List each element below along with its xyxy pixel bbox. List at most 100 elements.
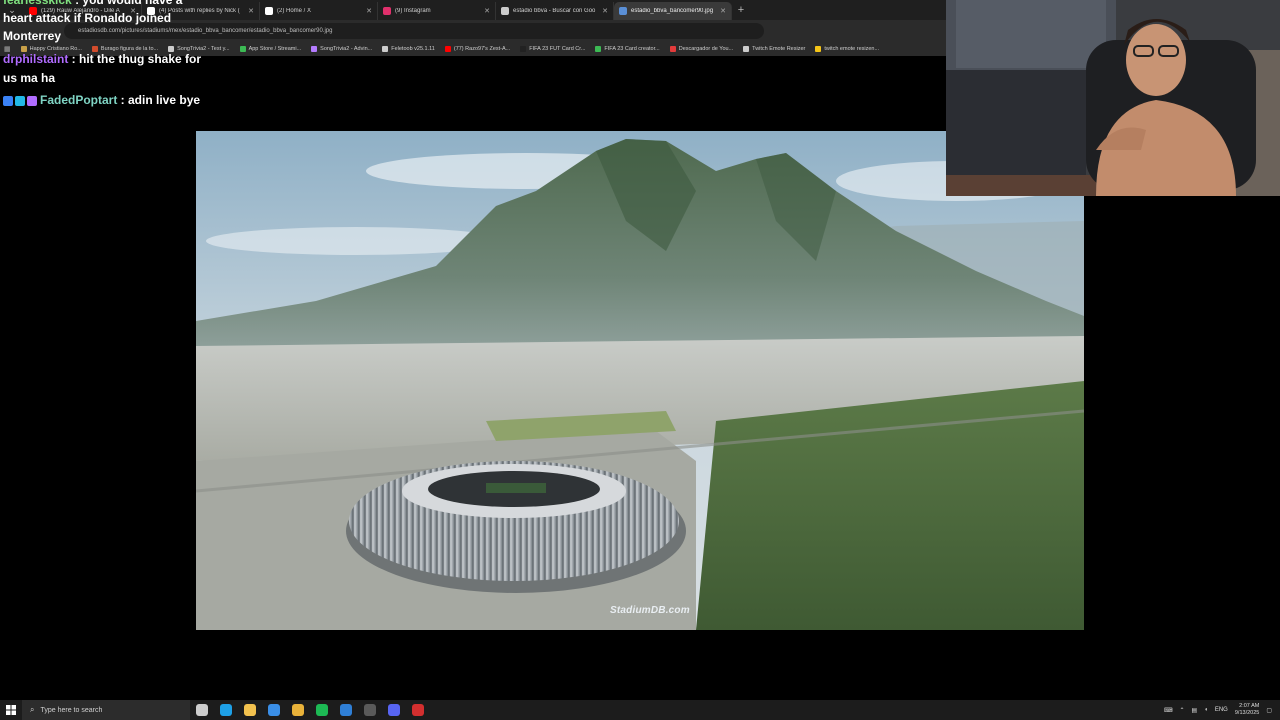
chat-message: heart attack if Ronaldo joined [3, 12, 171, 25]
bookmark-item[interactable]: twitch emote resizen... [815, 46, 879, 52]
obs-icon [364, 704, 376, 716]
taskbar-app-discord-like[interactable] [382, 700, 406, 720]
discord-like-icon [388, 704, 400, 716]
taskbar-app-spotify[interactable] [310, 700, 334, 720]
chat-message: fearlesskick : you would have a [3, 0, 182, 7]
url-input[interactable]: estadiosdb.com/pictures/stadiums/mex/est… [64, 23, 764, 39]
bookmark-item[interactable]: (77) Razo97's Zest-A... [444, 46, 510, 52]
tab-close-icon[interactable]: ✕ [720, 7, 726, 15]
stadium-photo-illustration [196, 131, 1084, 630]
bookmark-item[interactable]: App Store / Streami... [239, 46, 302, 52]
bookmark-label: twitch emote resizen... [824, 46, 880, 52]
chrome-icon [292, 704, 304, 716]
bookmark-item[interactable]: FIFA 23 Card creator... [595, 46, 660, 52]
bookmark-favicon-icon [595, 46, 602, 52]
badge-icon [3, 95, 13, 106]
chat-message: drphilstaint : hit the thug shake for [3, 53, 201, 66]
browser-tab[interactable]: (2) Home / X ✕ [260, 2, 378, 20]
windows-icon [6, 705, 16, 715]
stadium-photo [196, 131, 1084, 630]
bookmark-label: App Store / Streami... [248, 46, 302, 52]
taskbar-app-task-view[interactable] [190, 700, 214, 720]
spotify-icon [316, 704, 328, 716]
search-icon: ⌕ [30, 705, 35, 714]
chat-message: us ma ha [3, 72, 55, 85]
keyboard-icon[interactable]: ⌨ [1164, 707, 1173, 714]
browser-tab[interactable]: (9) Instagram ✕ [378, 2, 496, 20]
tab-title: estadio bbva - Buscar con Goo [513, 8, 596, 14]
network-icon[interactable]: ▤ [1192, 707, 1198, 714]
chat-text: : hit the thug shake for [68, 52, 202, 66]
search-placeholder: Type here to search [40, 706, 103, 714]
windows-taskbar: ⌕ Type here to search ⌨ ⌃ ▤ ◖ ENG 2:07 A… [0, 700, 1280, 720]
bookmark-favicon-icon [444, 46, 451, 52]
bookmark-item[interactable]: Descargador de You... [669, 46, 734, 52]
taskbar-app-obs[interactable] [358, 700, 382, 720]
edge-icon [220, 704, 232, 716]
taskbar-app-store[interactable] [262, 700, 286, 720]
tab-favicon-icon [383, 7, 391, 15]
bookmark-label: Descargador de You... [678, 46, 734, 52]
bookmark-label: SongTrivia2 - Advin... [320, 46, 373, 52]
browser-tab[interactable]: estadio bbva - Buscar con Goo ✕ [496, 2, 614, 20]
bookmark-label: Twitch Emote Resizer [752, 46, 806, 52]
system-tray: ⌨ ⌃ ▤ ◖ ENG 2:07 AM 9/13/2025 ▢ [1164, 700, 1272, 720]
chat-username[interactable]: drphilstaint [3, 52, 68, 66]
mail-icon [340, 704, 352, 716]
taskbar-app-mail[interactable] [334, 700, 358, 720]
badge-icon [27, 95, 37, 106]
bookmark-favicon-icon [815, 46, 822, 52]
taskbar-app-chrome[interactable] [286, 700, 310, 720]
bookmark-item[interactable]: FIFA 23 FUT Card Cr... [520, 46, 585, 52]
chat-text: : you would have a [71, 0, 183, 7]
tab-favicon-icon [619, 7, 627, 15]
tab-favicon-icon [265, 7, 273, 15]
bookmark-favicon-icon [311, 46, 318, 52]
taskbar-app-file-explorer[interactable] [238, 700, 262, 720]
chat-text: Monterrey [3, 29, 62, 43]
tab-title: (4) Posts with replies by Nick ( [159, 8, 240, 14]
bookmark-item[interactable]: Twitch Emote Resizer [743, 46, 805, 52]
url-text: estadiosdb.com/pictures/stadiums/mex/est… [78, 28, 333, 34]
bookmark-favicon-icon [520, 46, 527, 52]
chat-message: FadedPoptart : adin live bye [3, 94, 200, 107]
chevron-up-icon[interactable]: ⌃ [1180, 707, 1185, 714]
tab-title: (2) Home / X [277, 8, 312, 14]
tab-title: (9) Instagram [395, 8, 431, 14]
clock[interactable]: 2:07 AM 9/13/2025 [1235, 703, 1259, 717]
language-indicator[interactable]: ENG [1215, 707, 1228, 713]
bookmark-favicon-icon [382, 46, 389, 52]
notification-icon[interactable]: ▢ [1266, 707, 1272, 714]
opera-icon [412, 704, 424, 716]
task-view-icon [196, 704, 208, 716]
clock-time: 2:07 AM [1239, 703, 1260, 709]
bookmark-label: FIFA 23 FUT Card Cr... [529, 46, 586, 52]
photo-watermark: StadiumDB.com [610, 605, 690, 616]
bookmark-item[interactable]: Feletoob v25.1.11 [382, 46, 435, 52]
tab-close-icon[interactable]: ✕ [484, 7, 490, 15]
taskbar-apps [190, 700, 430, 720]
start-button[interactable] [0, 700, 22, 720]
store-icon [268, 704, 280, 716]
tab-close-icon[interactable]: ✕ [248, 7, 254, 15]
tab-close-icon[interactable]: ✕ [602, 7, 608, 15]
volume-icon[interactable]: ◖ [1204, 707, 1208, 713]
taskbar-app-opera[interactable] [406, 700, 430, 720]
chat-text: heart attack if Ronaldo joined [3, 11, 172, 25]
bookmark-item[interactable]: SongTrivia2 - Advin... [311, 46, 372, 52]
bookmark-favicon-icon [743, 46, 750, 52]
taskbar-app-edge[interactable] [214, 700, 238, 720]
chat-text: : adin live bye [117, 93, 201, 107]
chat-badges [3, 95, 37, 106]
badge-icon [15, 95, 25, 106]
chat-username[interactable]: FadedPoptart [40, 93, 117, 107]
tab-close-icon[interactable]: ✕ [366, 7, 372, 15]
browser-tab[interactable]: estadio_bbva_bancomer90.jpg ✕ [614, 2, 732, 20]
bookmark-label: FIFA 23 Card creator... [604, 46, 660, 52]
new-tab-button[interactable]: + [732, 4, 750, 16]
taskbar-search-input[interactable]: ⌕ Type here to search [22, 700, 190, 720]
tab-favicon-icon [501, 7, 509, 15]
chat-username[interactable]: fearlesskick [3, 0, 72, 7]
tab-title: estadio_bbva_bancomer90.jpg [631, 8, 714, 14]
chat-text: us ma ha [3, 71, 56, 85]
